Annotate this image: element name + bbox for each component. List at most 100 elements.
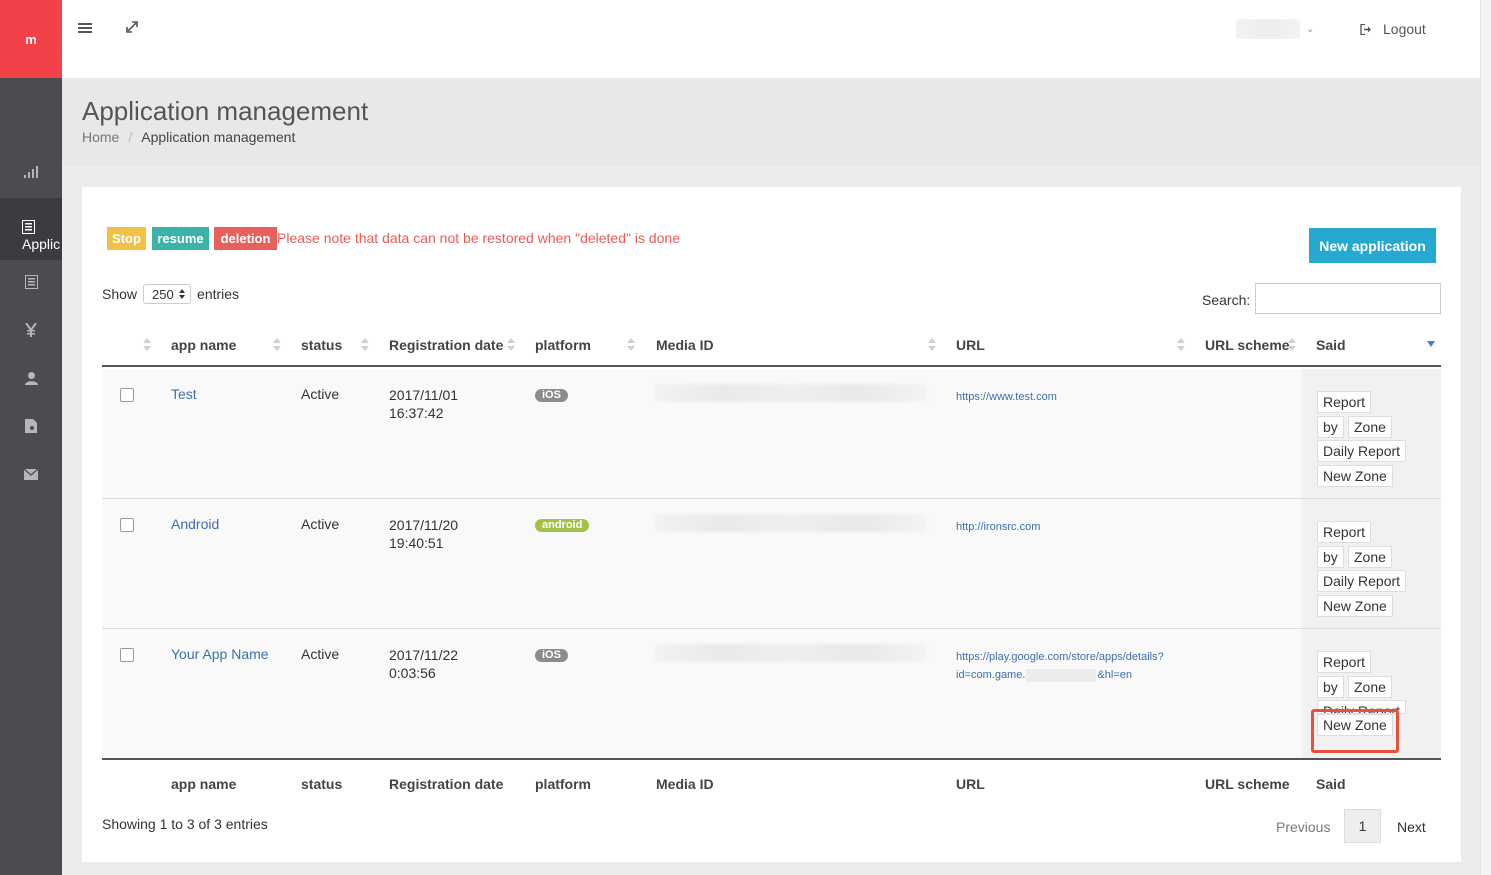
top-bar: ⌄ Logout [62, 0, 1480, 78]
select-arrows-icon [179, 289, 186, 299]
sort-app-name-icon[interactable] [273, 337, 281, 353]
deletion-warning: Please note that data can not be restore… [277, 230, 680, 246]
app-name-link[interactable]: Android [171, 516, 219, 532]
footer-url: URL [956, 776, 985, 792]
app-name-link[interactable]: Your App Name [171, 646, 269, 662]
search-input[interactable] [1255, 283, 1441, 314]
row-checkbox[interactable] [120, 388, 134, 402]
resume-button[interactable]: resume [152, 227, 209, 250]
daily-report-button[interactable]: Daily Report [1317, 440, 1407, 462]
deletion-button[interactable]: deletion [214, 227, 277, 250]
url-line: https://play.google.com/store/apps/detai… [956, 651, 1164, 663]
table-row: Your App Name Active 2017/11/22 0:03:56 i… [102, 629, 1441, 759]
table-info: Showing 1 to 3 of 3 entries [102, 816, 268, 832]
header-app-name[interactable]: app name [171, 337, 236, 353]
applications-panel: Stop resume deletion Please note that da… [82, 187, 1461, 862]
registration-date: 2017/11/22 0:03:56 [389, 646, 499, 682]
breadcrumb-separator: / [128, 129, 133, 145]
sidebar-item-messages[interactable] [0, 450, 62, 498]
date-time: 0:03:56 [389, 665, 436, 681]
url-link[interactable]: https://www.test.com [956, 388, 1057, 406]
new-zone-button[interactable]: New Zone [1317, 465, 1393, 487]
user-dropdown[interactable]: ⌄ [1236, 18, 1322, 40]
stop-button[interactable]: Stop [107, 227, 146, 250]
row-checkbox[interactable] [120, 648, 134, 662]
user-name-redacted [1236, 19, 1300, 39]
sort-url-icon[interactable] [1177, 337, 1185, 353]
header-status[interactable]: status [301, 337, 342, 353]
sort-checkbox-column-icon[interactable] [143, 337, 151, 353]
header-media-id[interactable]: Media ID [656, 337, 714, 353]
url-link[interactable]: https://play.google.com/store/apps/detai… [956, 648, 1164, 684]
sort-platform-icon[interactable] [627, 337, 635, 353]
new-zone-button[interactable]: New Zone [1317, 714, 1393, 736]
url-link[interactable]: http://ironsrc.com [956, 518, 1040, 536]
registration-date: 2017/11/20 19:40:51 [389, 516, 499, 552]
sidebar-item-users[interactable] [0, 354, 62, 402]
sidebar-item-payments[interactable] [0, 306, 62, 354]
report-button[interactable]: Report [1317, 651, 1372, 673]
table-footer: app name status Registration date platfo… [102, 758, 1441, 802]
hamburger-menu-button[interactable] [78, 20, 98, 38]
sort-url-scheme-icon[interactable] [1288, 337, 1296, 353]
new-application-button[interactable]: New application [1309, 228, 1436, 263]
pagination-previous[interactable]: Previous [1276, 819, 1330, 835]
header-url[interactable]: URL [956, 337, 985, 353]
url-line: id=com.game. &hl=en [956, 666, 1164, 684]
footer-said: Said [1316, 776, 1346, 792]
media-id-redacted [655, 384, 927, 402]
zone-button[interactable]: Zone [1348, 416, 1392, 438]
footer-platform: platform [535, 776, 591, 792]
status-text: Active [301, 386, 340, 402]
table-header: app name status Registration date platfo… [102, 323, 1441, 367]
sort-media-id-icon[interactable] [928, 337, 936, 353]
header-registration-date[interactable]: Registration date [389, 337, 503, 353]
sidebar-item-label: Applic [22, 236, 61, 252]
entries-select[interactable]: 250 [143, 284, 192, 304]
by-button[interactable]: by [1317, 676, 1344, 698]
document-icon [24, 275, 38, 289]
pagination-page-1[interactable]: 1 [1344, 809, 1381, 843]
sign-out-icon [1360, 23, 1371, 35]
breadcrumb-home[interactable]: Home [82, 129, 119, 145]
brand-logo[interactable]: m [0, 0, 62, 78]
header-said[interactable]: Said [1316, 337, 1346, 353]
sort-said-desc-icon[interactable] [1427, 341, 1435, 349]
logout-button[interactable]: Logout [1360, 18, 1426, 40]
zone-button[interactable]: Zone [1348, 676, 1392, 698]
status-text: Active [301, 646, 340, 662]
bar-chart-icon [24, 166, 38, 178]
by-button[interactable]: by [1317, 416, 1344, 438]
chevron-down-icon: ⌄ [1306, 23, 1315, 35]
page-scrollbar[interactable] [1480, 0, 1491, 875]
platform-badge: iOS [535, 389, 568, 402]
zone-button[interactable]: Zone [1348, 546, 1392, 568]
row-checkbox[interactable] [120, 518, 134, 532]
table-row: Test Active 2017/11/01 16:37:42 iOS https… [102, 369, 1441, 499]
sidebar-item-list[interactable] [0, 258, 62, 306]
daily-report-button[interactable]: Daily Report [1317, 570, 1407, 592]
report-button[interactable]: Report [1317, 391, 1372, 413]
sidebar-item-applications[interactable]: Applic [0, 198, 62, 260]
sort-status-icon[interactable] [361, 337, 369, 353]
sidebar-item-reports[interactable] [0, 148, 62, 196]
list-icon [22, 220, 35, 234]
sort-registration-date-icon[interactable] [507, 337, 515, 353]
date-day: 2017/11/01 [389, 387, 459, 403]
header-platform[interactable]: platform [535, 337, 591, 353]
date-day: 2017/11/20 [389, 517, 459, 533]
app-name-link[interactable]: Test [171, 386, 197, 402]
url-redacted [1026, 668, 1097, 682]
footer-media-id: Media ID [656, 776, 714, 792]
pagination-next[interactable]: Next [1397, 819, 1426, 835]
page-number: 1 [1358, 818, 1367, 834]
header-url-scheme[interactable]: URL scheme [1205, 337, 1290, 353]
report-button[interactable]: Report [1317, 521, 1372, 543]
fullscreen-button[interactable] [126, 20, 142, 36]
date-time: 16:37:42 [389, 405, 444, 421]
by-button[interactable]: by [1317, 546, 1344, 568]
sidebar-item-files[interactable] [0, 402, 62, 450]
new-zone-button[interactable]: New Zone [1317, 595, 1393, 617]
status-text: Active [301, 516, 340, 532]
logout-label: Logout [1383, 21, 1426, 37]
